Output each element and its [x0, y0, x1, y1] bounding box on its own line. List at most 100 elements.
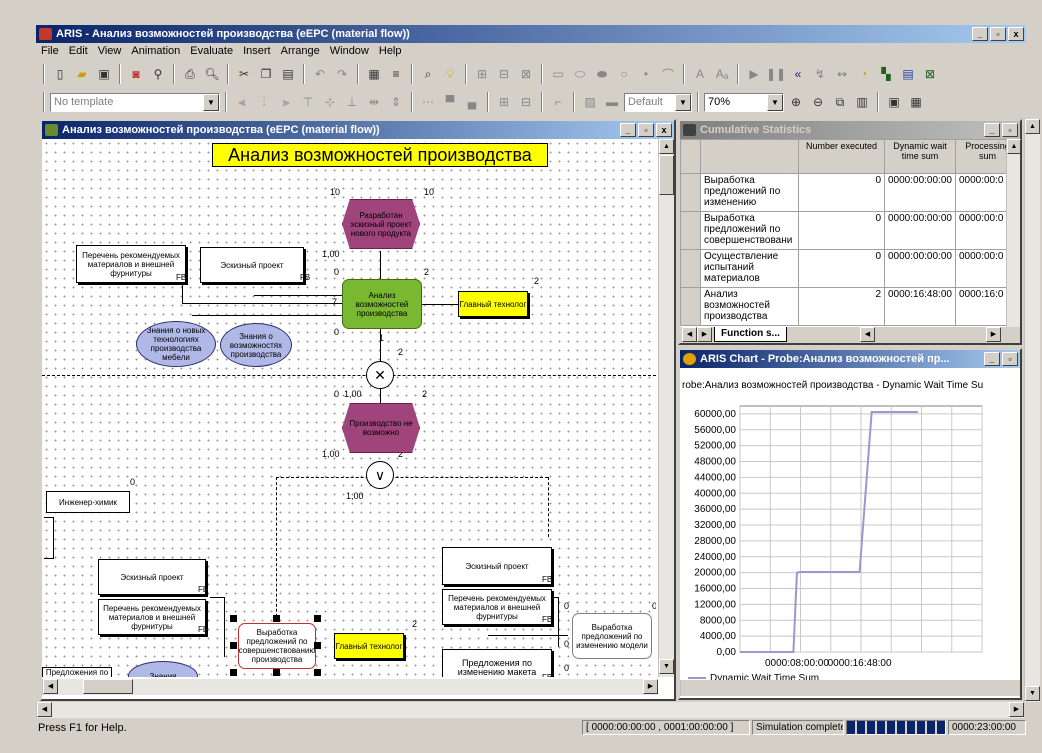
- table-row[interactable]: Выработка предложений по совершенствован…: [680, 211, 1006, 250]
- clock-icon[interactable]: ◔: [854, 64, 874, 84]
- function-model-changes[interactable]: Выработка предложений по изменению модел…: [572, 613, 652, 659]
- scroll-up-icon[interactable]: ▲: [659, 139, 674, 154]
- paste-icon[interactable]: ▤: [278, 64, 298, 84]
- function-production-analysis[interactable]: Анализ возможностей производства: [342, 279, 422, 329]
- role-chief-technologist-2[interactable]: Главный технолог: [334, 633, 404, 659]
- tab-function-statistics[interactable]: Function s...: [714, 327, 787, 342]
- selection-handle[interactable]: [230, 642, 237, 649]
- text-icon[interactable]: A: [690, 64, 710, 84]
- workspace-vertical-scrollbar[interactable]: ▲ ▼: [1024, 119, 1040, 702]
- model-canvas[interactable]: Анализ возможностей производства 10 10 1…: [42, 139, 656, 677]
- style-select[interactable]: Default ▼: [624, 92, 692, 112]
- play-icon[interactable]: ▶: [744, 64, 764, 84]
- document-draft-project-2[interactable]: Эскизный проект: [98, 559, 206, 595]
- model-horizontal-scrollbar[interactable]: ◀ ▶: [42, 679, 658, 695]
- redo-icon[interactable]: ↷: [332, 64, 352, 84]
- chart-maximize-button[interactable]: ▫: [1002, 352, 1018, 366]
- layout-icon[interactable]: ⊞: [494, 92, 514, 112]
- menu-insert[interactable]: Insert: [238, 45, 276, 57]
- event-production-impossible[interactable]: Производство не возможно: [342, 403, 420, 453]
- format-icon[interactable]: ≡: [386, 64, 406, 84]
- align-bottom-icon[interactable]: ⊥: [342, 92, 362, 112]
- zoom-out-icon[interactable]: ⊖: [808, 92, 828, 112]
- explorer-icon[interactable]: ◙: [126, 64, 146, 84]
- chart-title-bar[interactable]: ARIS Chart - Probe:Анализ возможностей п…: [680, 350, 1020, 368]
- chevron-down-icon[interactable]: ▼: [767, 93, 783, 111]
- model-window-title-bar[interactable]: Анализ возможностей производства (eEPC (…: [42, 121, 674, 139]
- selection-handle[interactable]: [273, 669, 280, 676]
- scroll-up-icon[interactable]: ▲: [1007, 139, 1021, 154]
- space-horizontal-icon[interactable]: ⇹: [364, 92, 384, 112]
- menu-animation[interactable]: Animation: [126, 45, 185, 57]
- align-icon[interactable]: ⊟: [494, 64, 514, 84]
- selection-handle[interactable]: [314, 669, 321, 676]
- save-icon[interactable]: ▣: [94, 64, 114, 84]
- or-connector-icon[interactable]: ∨: [366, 461, 394, 489]
- event-draft-ready[interactable]: Разработан эскизный проект нового продук…: [342, 199, 420, 249]
- role-chief-technologist[interactable]: Главный технолог: [458, 291, 528, 317]
- fill-color-icon[interactable]: ▨: [580, 92, 600, 112]
- page-view-icon[interactable]: ▥: [852, 92, 872, 112]
- table-header-executed[interactable]: Number executed: [798, 139, 885, 174]
- document-proposals[interactable]: Предложения по ...: [42, 667, 112, 677]
- template-select[interactable]: No template ▼: [50, 92, 220, 112]
- table-header-wait[interactable]: Dynamic wait time sum: [884, 139, 956, 174]
- table-header-processing[interactable]: Processing sum: [954, 139, 1006, 174]
- align-right-icon[interactable]: ⫸: [276, 92, 296, 112]
- print-preview-icon[interactable]: 🔍︎: [202, 64, 222, 84]
- to-back-icon[interactable]: ▄: [462, 92, 482, 112]
- group-icon[interactable]: ⊞: [472, 64, 492, 84]
- model-minimize-button[interactable]: _: [620, 123, 636, 137]
- menu-help[interactable]: Help: [374, 45, 407, 57]
- cut-icon[interactable]: ✂: [234, 64, 254, 84]
- grid-icon[interactable]: ⋯: [418, 92, 438, 112]
- chart-horizontal-scrollbar[interactable]: [680, 680, 1020, 696]
- table-row[interactable]: Выработка предложений по изменению 0 000…: [680, 173, 1006, 212]
- table-icon[interactable]: ▤: [898, 64, 918, 84]
- new-file-icon[interactable]: ▯: [50, 64, 70, 84]
- circle-shape-icon[interactable]: ○: [614, 64, 634, 84]
- selection-handle[interactable]: [314, 615, 321, 622]
- scroll-down-icon[interactable]: ▼: [1025, 686, 1040, 701]
- ellipse-shape-icon[interactable]: ⬬: [592, 64, 612, 84]
- scroll-thumb[interactable]: [83, 679, 133, 694]
- menu-arrange[interactable]: Arrange: [276, 45, 325, 57]
- table-row[interactable]: Осуществление испытаний материалов 0 000…: [680, 249, 1006, 288]
- menu-window[interactable]: Window: [325, 45, 374, 57]
- open-folder-icon[interactable]: ▰: [72, 64, 92, 84]
- pause-icon[interactable]: ❚❚: [766, 64, 786, 84]
- tab-scroll-right-icon[interactable]: ▶: [697, 327, 712, 342]
- find-icon[interactable]: ⌕: [418, 64, 438, 84]
- hint-bulb-icon[interactable]: 💡︎: [440, 64, 460, 84]
- stats-maximize-button[interactable]: ▫: [1002, 123, 1018, 137]
- table-row[interactable]: Анализ возможностей производства 2 0000:…: [680, 287, 1006, 326]
- model-vertical-scrollbar[interactable]: ▲ ▼: [658, 139, 674, 677]
- workspace-horizontal-scrollbar[interactable]: ◀ ▶: [36, 702, 1024, 718]
- document-materials-list[interactable]: Перечень рекомендуемых материалов и внеш…: [76, 245, 186, 283]
- function-improve-production[interactable]: Выработка предложений по совершенствован…: [238, 623, 316, 669]
- model-close-button[interactable]: x: [656, 123, 672, 137]
- font-size-icon[interactable]: Aₐ: [712, 64, 732, 84]
- align-left-icon[interactable]: ⫷: [232, 92, 252, 112]
- zoom-select[interactable]: 70% ▼: [704, 92, 784, 112]
- knowledge-item[interactable]: Знания: [128, 661, 198, 677]
- selection-handle[interactable]: [230, 669, 237, 676]
- maximize-button[interactable]: ▫: [990, 27, 1006, 41]
- selection-handle[interactable]: [273, 615, 280, 622]
- xor-connector-icon[interactable]: ✕: [366, 361, 394, 389]
- menu-view[interactable]: View: [93, 45, 127, 57]
- scroll-right-icon[interactable]: ▶: [1009, 702, 1024, 717]
- menu-edit[interactable]: Edit: [64, 45, 93, 57]
- knowledge-new-technologies[interactable]: Знания о новых технологиях производства …: [136, 321, 216, 367]
- resources-icon[interactable]: ▚: [876, 64, 896, 84]
- document-draft-project-3[interactable]: Эскизный проект: [442, 547, 552, 585]
- distribute-icon[interactable]: ⊠: [516, 64, 536, 84]
- scroll-thumb[interactable]: [659, 155, 674, 195]
- screen-icon[interactable]: ▦: [906, 92, 926, 112]
- search-icon[interactable]: ⚲: [148, 64, 168, 84]
- rounded-shape-icon[interactable]: ⬭: [570, 64, 590, 84]
- document-layout-changes[interactable]: Предложения по изменению макета: [442, 649, 552, 677]
- chart-minimize-button[interactable]: _: [984, 352, 1000, 366]
- scroll-left-icon[interactable]: ◀: [860, 327, 875, 342]
- tab-scroll-left-icon[interactable]: ◀: [682, 327, 697, 342]
